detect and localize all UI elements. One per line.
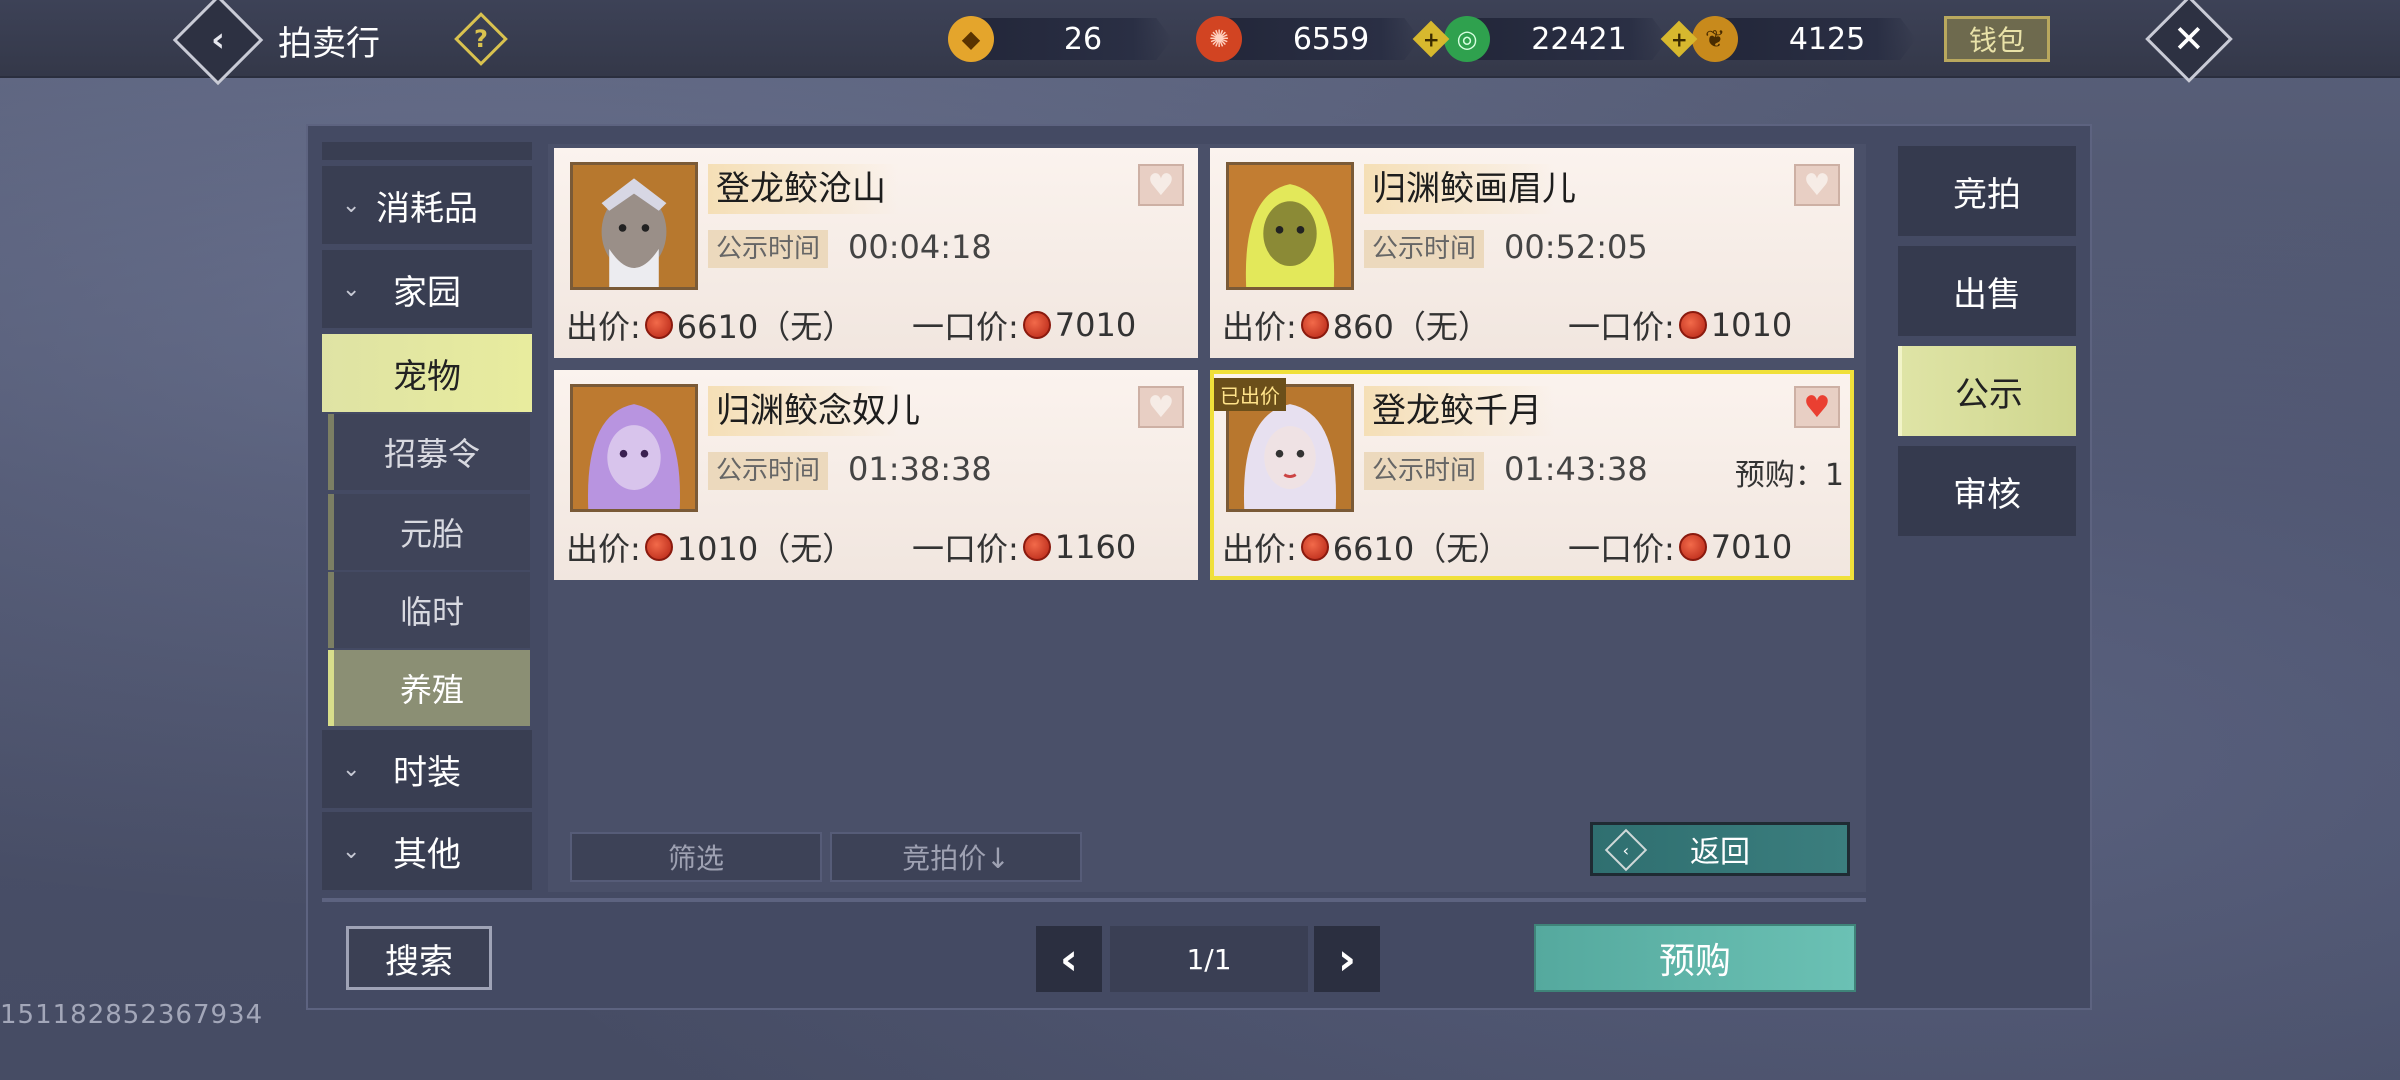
time-label: 公示时间: [1364, 452, 1485, 490]
tab-public-notice[interactable]: 公示: [1898, 346, 2076, 436]
user-id: 151182852367934: [0, 1000, 264, 1030]
top-bar: ‹ 拍卖行 ? ◆ 26 ✺ 6559 + ◎ 22421 + ❦ 4125 钱…: [0, 0, 2400, 86]
category-label: 时装: [393, 752, 461, 793]
time-value: 00:52:05: [1504, 228, 1648, 266]
close-icon: ✕: [2173, 17, 2205, 61]
listing-card[interactable]: 归渊鲛画眉儿 ♥ 公示时间 00:52:05 出价: 860（无） 一口价: 101…: [1210, 148, 1854, 358]
category-label: 宠物: [393, 356, 461, 397]
currency-gold-leaf: ❦ 4125: [1692, 14, 1916, 64]
jade-coin-icon: ◎: [1444, 16, 1490, 62]
favorite-heart-icon[interactable]: ♥: [1138, 164, 1184, 206]
favorite-heart-icon[interactable]: ♥: [1138, 386, 1184, 428]
plus-icon: +: [1670, 26, 1688, 51]
prev-page-button[interactable]: ‹: [1036, 926, 1102, 992]
currency-value: 4125: [1788, 22, 1866, 57]
category-label: 家园: [393, 272, 461, 313]
pet-name: 登龙鲛沧山: [708, 164, 898, 214]
red-coin-icon: [1300, 311, 1329, 339]
buyout-price: 一口价: 7010: [912, 306, 1137, 346]
category-other[interactable]: ⌄ 其他: [322, 812, 532, 890]
close-button[interactable]: ✕: [2145, 0, 2233, 83]
return-button[interactable]: ‹ 返回: [1590, 822, 1850, 876]
favorite-heart-icon[interactable]: ♥: [1794, 164, 1840, 206]
listing-card[interactable]: 已出价 登龙鲛千月 ♥ 公示时间 01:43:38 预购：1 出价: 6610（无…: [1210, 370, 1854, 580]
listing-card[interactable]: 归渊鲛念奴儿 ♥ 公示时间 01:38:38 出价: 1010（无） 一口价: 11…: [554, 370, 1198, 580]
tab-auction[interactable]: 竞拍: [1898, 146, 2076, 236]
bid-placed-badge: 已出价: [1214, 378, 1286, 411]
buyout-price: 一口价: 1160: [912, 528, 1137, 568]
chevron-down-icon: ⌄: [342, 756, 361, 782]
page-indicator: 1/1: [1110, 926, 1308, 992]
pet-name: 归渊鲛画眉儿: [1364, 164, 1576, 214]
time-label: 公示时间: [1364, 230, 1485, 268]
red-coin-icon: ✺: [1196, 16, 1242, 62]
pet-portrait: [570, 162, 698, 290]
back-arrow-icon: ‹: [1604, 828, 1648, 872]
pet-portrait: [570, 384, 698, 512]
chevron-right-icon: ›: [1337, 933, 1357, 985]
wallet-button[interactable]: 钱包: [1944, 16, 2050, 62]
chevron-down-icon: ⌄: [342, 838, 361, 864]
pet-name: 登龙鲛千月: [1364, 386, 1554, 436]
time-value: 01:43:38: [1504, 450, 1648, 488]
question-icon: ?: [474, 24, 488, 53]
divider: [322, 898, 1866, 902]
currency-value: 26: [1063, 22, 1103, 57]
back-button[interactable]: ‹: [172, 0, 264, 86]
red-coin-icon: [1022, 311, 1051, 339]
currency-jade-coin: ◎ 22421 +: [1444, 14, 1698, 64]
search-button[interactable]: 搜索: [346, 926, 492, 990]
favorite-heart-icon[interactable]: ♥: [1794, 386, 1840, 428]
gold-leaf-icon: ❦: [1692, 16, 1738, 62]
chevron-left-icon: ‹: [1059, 933, 1079, 985]
help-button[interactable]: ?: [454, 12, 508, 66]
buyout-price: 一口价: 7010: [1568, 528, 1793, 568]
bid-price: 出价: 860（无）: [1222, 308, 1490, 346]
time-value: 01:38:38: [848, 450, 992, 488]
back-arrow-icon: ‹: [210, 19, 226, 60]
currency-gold-ingot: ◆ 26: [948, 14, 1172, 64]
category-consumables[interactable]: ⌄ 消耗品: [322, 166, 532, 244]
category-pets[interactable]: 宠物: [322, 334, 532, 412]
subcategory-breeding[interactable]: 养殖: [328, 650, 530, 726]
currency-red-coin: ✺ 6559 +: [1196, 14, 1450, 64]
prebuy-button[interactable]: 预购: [1534, 924, 1856, 992]
currency-value: 22421: [1531, 22, 1627, 57]
chevron-down-icon: ⌄: [342, 192, 361, 218]
category-fashion[interactable]: ⌄ 时装: [322, 730, 532, 808]
chevron-down-icon: ⌄: [342, 276, 361, 302]
time-label: 公示时间: [708, 230, 829, 268]
page-title: 拍卖行: [278, 24, 380, 64]
bid-price: 出价: 1010（无）: [566, 530, 855, 568]
category-label: 消耗品: [376, 188, 478, 229]
red-coin-icon: [1678, 533, 1707, 561]
currency-value: 6559: [1292, 22, 1370, 57]
category-home[interactable]: ⌄ 家园: [322, 250, 532, 328]
tab-sell[interactable]: 出售: [1898, 246, 2076, 336]
gold-ingot-icon: ◆: [948, 16, 994, 62]
bid-price: 出价: 6610（无）: [566, 308, 855, 346]
sort-button[interactable]: 竞拍价↓: [830, 832, 1082, 882]
pet-name: 归渊鲛念奴儿: [708, 386, 920, 436]
buyout-price: 一口价: 1010: [1568, 306, 1793, 346]
filter-button[interactable]: 筛选: [570, 832, 822, 882]
next-page-button[interactable]: ›: [1314, 926, 1380, 992]
red-coin-icon: [1022, 533, 1051, 561]
time-label: 公示时间: [708, 452, 829, 490]
listing-card[interactable]: 登龙鲛沧山 ♥ 公示时间 00:04:18 出价: 6610（无） 一口价: 701…: [554, 148, 1198, 358]
red-coin-icon: [1678, 311, 1707, 339]
subcategory-temporary[interactable]: 临时: [328, 572, 530, 648]
plus-icon: +: [1422, 26, 1440, 51]
red-coin-icon: [644, 533, 673, 561]
tab-review[interactable]: 审核: [1898, 446, 2076, 536]
subcategory-recruit[interactable]: 招募令: [328, 414, 530, 490]
time-value: 00:04:18: [848, 228, 992, 266]
subcategory-embryo[interactable]: 元胎: [328, 494, 530, 570]
prebuy-count: 预购：1: [1734, 458, 1844, 493]
red-coin-icon: [1300, 533, 1329, 561]
category-label: 其他: [393, 834, 461, 875]
bid-price: 出价: 6610（无）: [1222, 530, 1511, 568]
red-coin-icon: [644, 311, 673, 339]
pet-portrait: [1226, 162, 1354, 290]
